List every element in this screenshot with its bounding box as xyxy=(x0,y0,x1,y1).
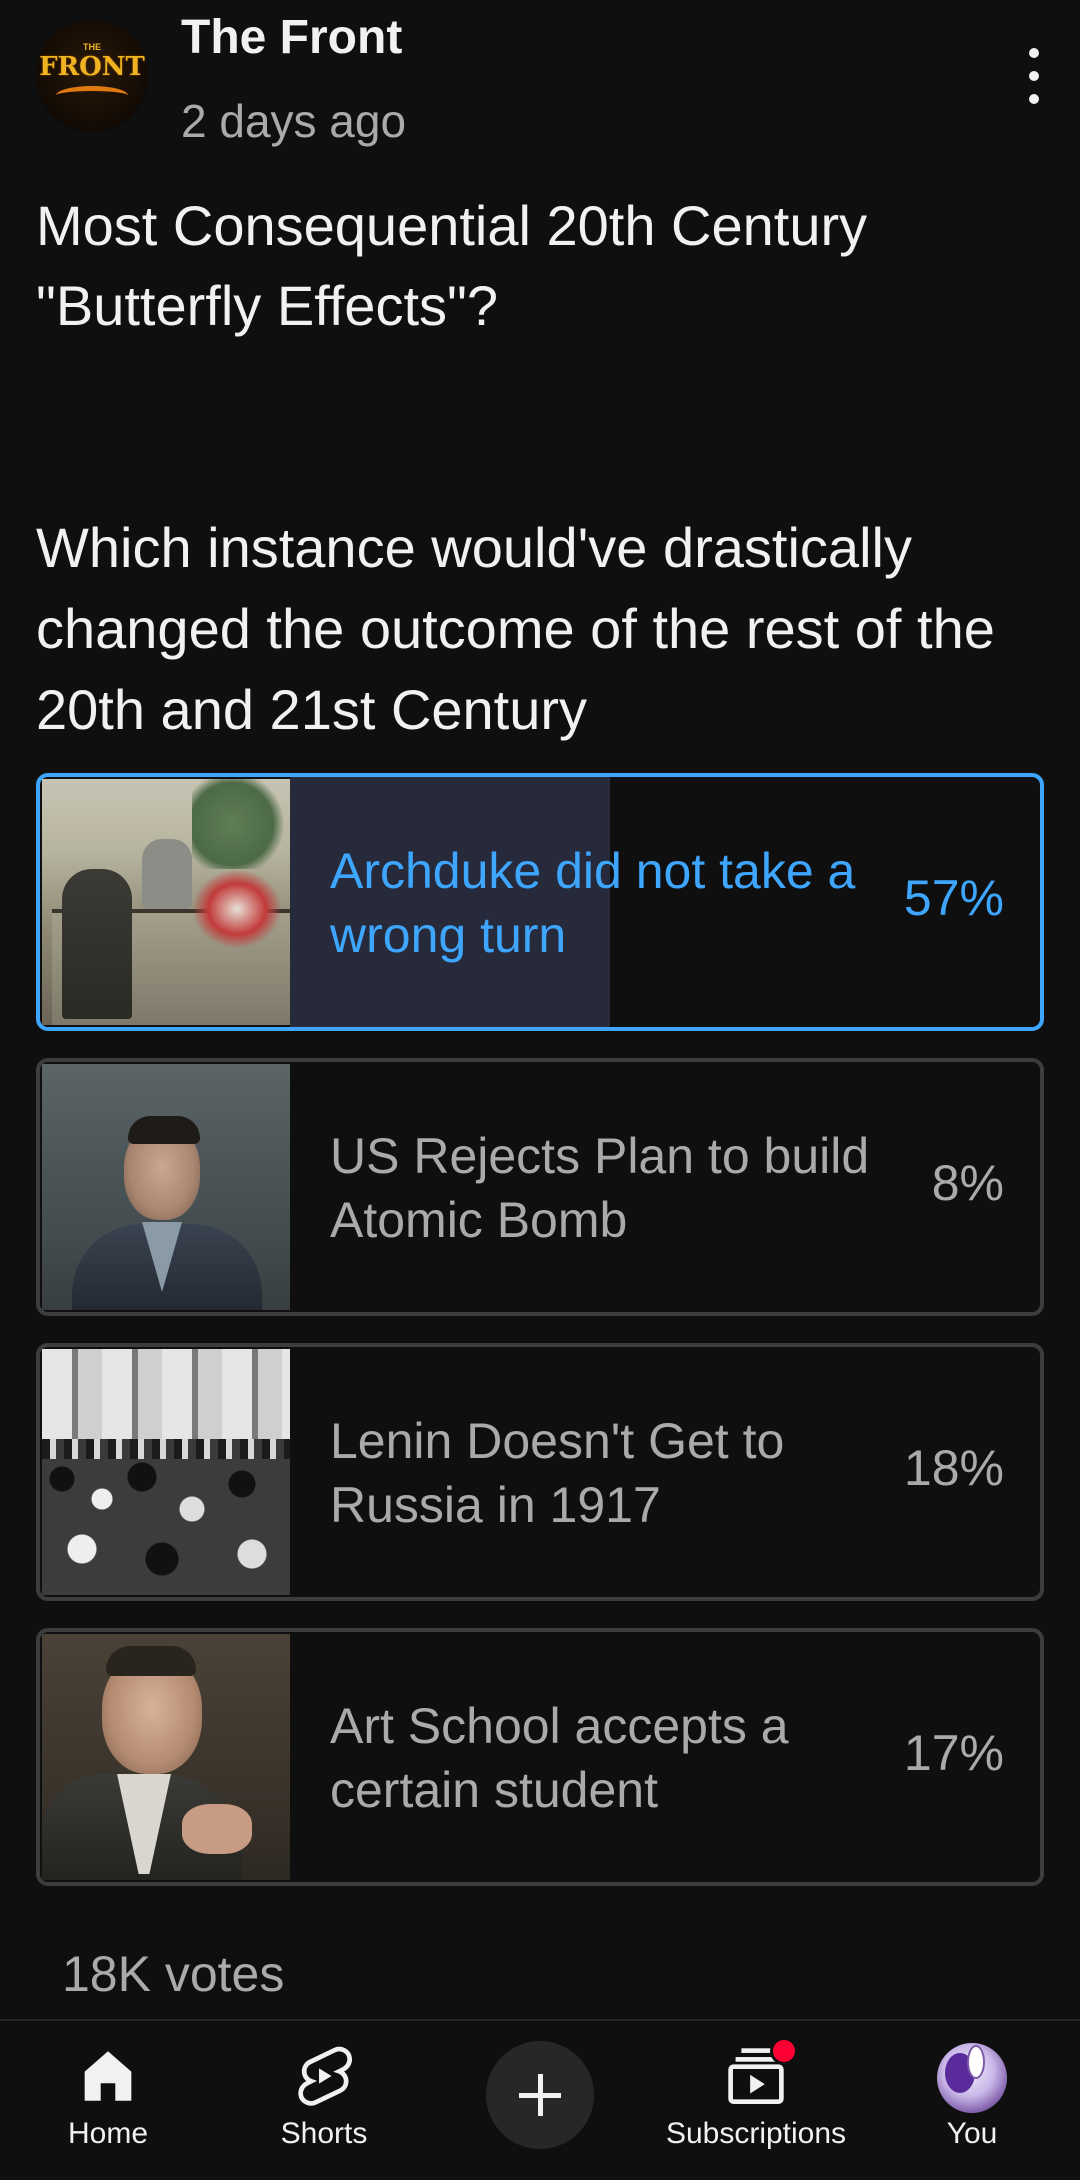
plus-icon xyxy=(486,2041,594,2149)
bottom-navigation: Home Shorts Subscriptions You xyxy=(0,2019,1080,2180)
poll-option[interactable]: US Rejects Plan to build Atomic Bomb 8% xyxy=(36,1058,1044,1316)
avatar-swoosh xyxy=(56,86,128,105)
nav-subscriptions-label: Subscriptions xyxy=(665,2117,847,2150)
option-label: Art School accepts a certain student xyxy=(330,1698,789,1818)
option-thumbnail xyxy=(42,1349,290,1595)
poll: Archduke did not take a wrong turn 57% U… xyxy=(36,773,1044,1913)
poll-option[interactable]: Archduke did not take a wrong turn 57% xyxy=(36,773,1044,1031)
channel-name[interactable]: The Front xyxy=(181,10,402,65)
option-thumbnail xyxy=(42,1064,290,1310)
post-title: Most Consequential 20th Century "Butterf… xyxy=(36,194,868,337)
channel-avatar[interactable]: THE FRONT xyxy=(36,20,148,132)
nav-shorts-label: Shorts xyxy=(280,2117,368,2150)
notification-dot xyxy=(770,2037,798,2065)
post-header: THE FRONT The Front 2 days ago xyxy=(36,10,1044,160)
option-label: Archduke did not take a wrong turn xyxy=(330,843,856,963)
vote-count: 18K votes xyxy=(62,1946,285,2002)
option-label: US Rejects Plan to build Atomic Bomb xyxy=(330,1128,870,1248)
home-icon xyxy=(84,2051,132,2101)
option-percent: 17% xyxy=(903,1725,1004,1781)
nav-home-label: Home xyxy=(67,2117,149,2150)
user-avatar xyxy=(937,2043,1007,2113)
more-options-icon[interactable] xyxy=(1024,48,1044,104)
shorts-icon xyxy=(298,2046,353,2106)
post-timestamp: 2 days ago xyxy=(181,95,407,147)
nav-create[interactable] xyxy=(440,2021,640,2180)
community-post-page: THE FRONT The Front 2 days ago Most Cons… xyxy=(0,0,1080,2180)
poll-option[interactable]: Art School accepts a certain student 17% xyxy=(36,1628,1044,1886)
avatar-logo-text: FRONT xyxy=(39,52,145,82)
poll-option[interactable]: Lenin Doesn't Get to Russia in 1917 18% xyxy=(36,1343,1044,1601)
nav-home[interactable]: Home xyxy=(8,2021,208,2180)
option-label: Lenin Doesn't Get to Russia in 1917 xyxy=(330,1413,785,1533)
option-percent: 57% xyxy=(903,870,1004,926)
avatar-logo-subtext: THE xyxy=(83,42,101,52)
nav-you-label: You xyxy=(946,2117,998,2150)
option-percent: 8% xyxy=(931,1155,1004,1211)
option-thumbnail xyxy=(42,1634,290,1880)
option-thumbnail xyxy=(42,779,290,1025)
nav-subscriptions[interactable]: Subscriptions xyxy=(656,2021,856,2180)
post-body: Which instance would've drastically chan… xyxy=(36,516,995,741)
nav-you[interactable]: You xyxy=(872,2021,1072,2180)
nav-shorts[interactable]: Shorts xyxy=(224,2021,424,2180)
option-percent: 18% xyxy=(903,1440,1004,1496)
